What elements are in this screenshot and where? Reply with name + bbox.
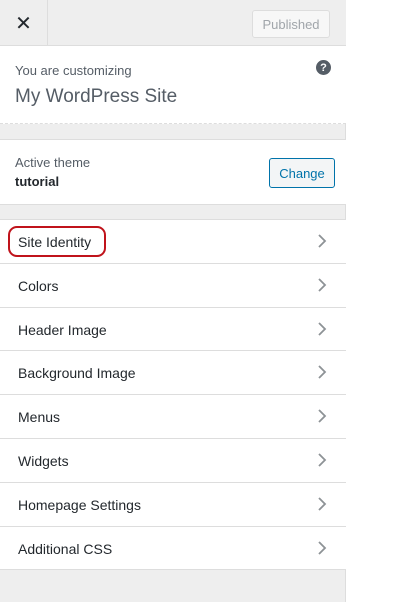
chevron-right-icon <box>318 453 327 467</box>
section-header-image[interactable]: Header Image <box>0 308 346 352</box>
section-background-image[interactable]: Background Image <box>0 351 346 396</box>
section-label: Header Image <box>18 321 107 338</box>
section-label: Additional CSS <box>18 540 113 557</box>
section-additional-css[interactable]: Additional CSS <box>0 527 346 571</box>
section-label: Homepage Settings <box>18 496 141 513</box>
chevron-right-icon <box>318 540 327 555</box>
chevron-right-icon <box>318 278 327 292</box>
close-icon[interactable]: ✕ <box>0 0 48 46</box>
customizer-panel: ✕ Published You are customizing My WordP… <box>0 0 346 602</box>
section-site-identity[interactable]: Site Identity <box>0 220 346 264</box>
published-button[interactable]: Published <box>252 10 330 38</box>
active-theme: Active theme tutorial Change <box>0 139 346 205</box>
customizing-label: You are customizing <box>15 63 132 78</box>
chevron-right-icon <box>318 234 327 248</box>
section-menus[interactable]: Menus <box>0 395 346 439</box>
site-title: My WordPress Site <box>15 86 178 107</box>
section-label: Site Identity <box>18 234 92 250</box>
sections-list: Site Identity Colors Header Image Backgr… <box>0 219 346 571</box>
section-colors[interactable]: Colors <box>0 264 346 308</box>
change-theme-button[interactable]: Change <box>269 158 335 188</box>
section-homepage-settings[interactable]: Homepage Settings <box>0 483 346 527</box>
section-label: Colors <box>18 277 59 294</box>
section-label: Widgets <box>18 452 69 469</box>
chevron-right-icon <box>318 321 327 336</box>
theme-name: tutorial <box>15 174 60 189</box>
help-icon[interactable]: ? <box>316 60 331 75</box>
chevron-right-icon <box>318 409 327 423</box>
active-theme-label: Active theme <box>15 155 91 170</box>
section-label: Background Image <box>18 365 136 382</box>
section-label: Menus <box>18 409 61 426</box>
customizer-header: ✕ Published <box>0 0 346 46</box>
section-widgets[interactable]: Widgets <box>0 439 346 483</box>
customizing-info: You are customizing My WordPress Site ? <box>0 46 346 124</box>
chevron-right-icon <box>318 365 327 380</box>
chevron-right-icon <box>318 497 327 511</box>
